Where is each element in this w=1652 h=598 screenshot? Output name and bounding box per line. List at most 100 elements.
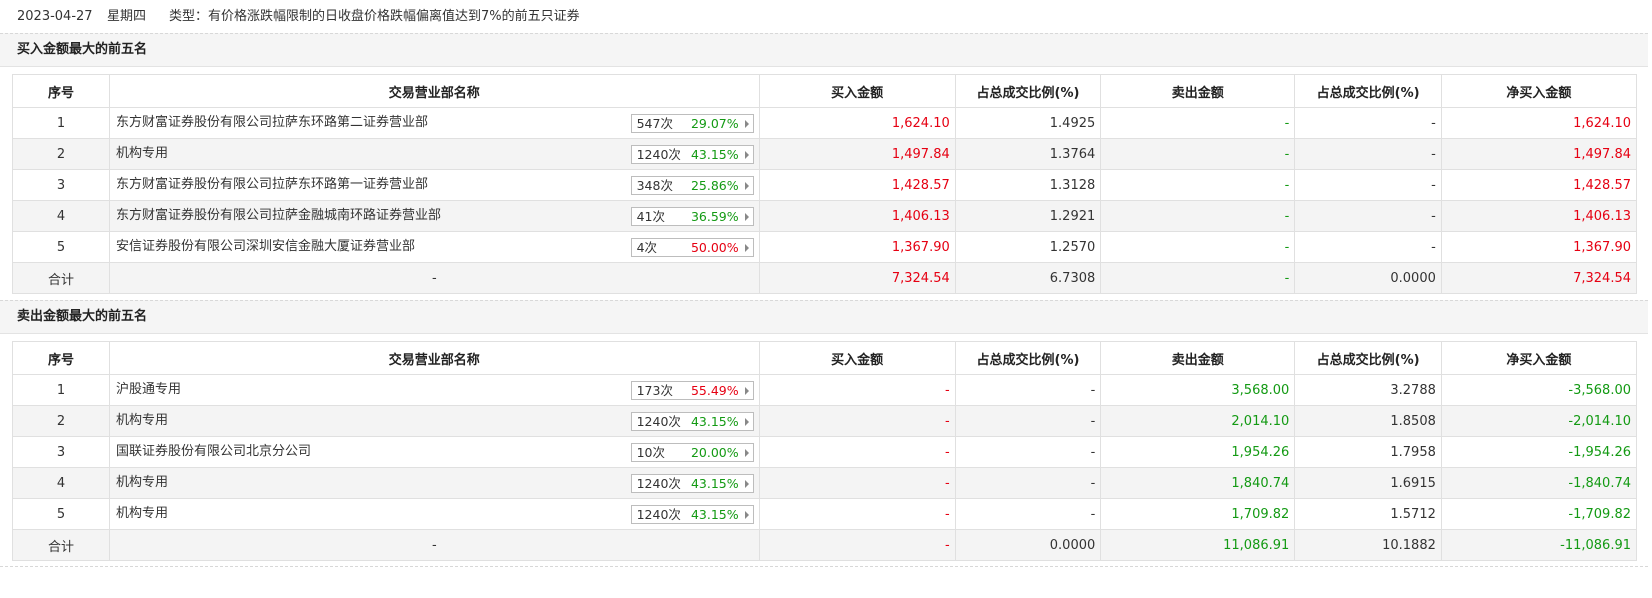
caret-right-icon (744, 120, 749, 128)
branch-cell: 东方财富证券股份有限公司拉萨东环路第一证券营业部 348次 25.86% (109, 169, 760, 201)
listing-count: 1240次 (636, 476, 681, 491)
branch-cell: 国联证券股份有限公司北京分公司 10次 20.00% (109, 436, 760, 468)
total-label-cell: 合计 (11, 529, 111, 561)
caret-right-icon (744, 387, 749, 395)
sell-amount-cell: - (1100, 169, 1296, 201)
net-buy-cell: -1,954.26 (1440, 436, 1638, 468)
branch-name-link[interactable]: 机构专用 (116, 407, 168, 436)
listing-count: 173次 (636, 383, 673, 398)
sell-amount-cell: - (1100, 107, 1296, 139)
branch-stats-button[interactable]: 41次 36.59% (630, 207, 754, 226)
col-header-buy-ratio: 占总成交比例(%) (954, 74, 1102, 108)
col-header-buy-amount: 买入金额 (758, 341, 956, 375)
table-row: 3 东方财富证券股份有限公司拉萨东环路第一证券营业部 348次 25.86% 1,428… (11, 169, 1638, 201)
total-buy-ratio-cell: 0.0000 (954, 529, 1102, 561)
col-header-net-buy: 净买入金额 (1440, 74, 1638, 108)
branch-stats-button[interactable]: 547次 29.07% (630, 114, 754, 133)
table-row: 3 国联证券股份有限公司北京分公司 10次 20.00% - -1,954.26 1.795… (11, 436, 1638, 468)
table-row: 2 机构专用 1240次 43.15% 1,497.84 1.3764- -1,497.84 (11, 138, 1638, 170)
net-buy-cell: 1,624.10 (1440, 107, 1638, 139)
sell-amount-cell: - (1100, 200, 1296, 232)
table-row: 1 东方财富证券股份有限公司拉萨东环路第二证券营业部 547次 29.07% 1,624… (11, 107, 1638, 139)
branch-name-link[interactable]: 东方财富证券股份有限公司拉萨东环路第一证券营业部 (116, 171, 428, 200)
branch-stats-button[interactable]: 1240次 43.15% (630, 505, 754, 524)
caret-right-icon (744, 449, 749, 457)
total-buy-ratio-cell: 6.7308 (954, 262, 1102, 294)
sell-amount-cell: - (1100, 138, 1296, 170)
sell-section-title: 卖出金额最大的前五名 (17, 309, 148, 324)
branch-name-link[interactable]: 东方财富证券股份有限公司拉萨东环路第二证券营业部 (116, 109, 428, 138)
col-header-net-buy: 净买入金额 (1440, 341, 1638, 375)
weekday: 星期四 (107, 9, 147, 24)
listing-count: 1240次 (636, 147, 681, 162)
listing-count: 1240次 (636, 507, 681, 522)
win-rate: 36.59% (690, 209, 739, 224)
branch-name-link[interactable]: 国联证券股份有限公司北京分公司 (116, 438, 311, 467)
branch-name-link[interactable]: 机构专用 (116, 500, 168, 529)
branch-stats-button[interactable]: 173次 55.49% (630, 381, 754, 400)
table-row: 4 机构专用 1240次 43.15% - -1,840.74 1.6915 -1,840.7… (11, 467, 1638, 499)
branch-stats-button[interactable]: 4次 50.00% (630, 238, 754, 257)
branch-stats-button[interactable]: 1240次 43.15% (630, 474, 754, 493)
branch-name-link[interactable]: 安信证券股份有限公司深圳安信金融大厦证券营业部 (116, 233, 415, 262)
branch-name-link[interactable]: 机构专用 (116, 469, 168, 498)
rank-cell: 4 (11, 467, 111, 499)
sell-ratio-cell: - (1294, 200, 1442, 232)
bottom-divider (0, 566, 1648, 567)
caret-right-icon (744, 480, 749, 488)
net-buy-cell: -2,014.10 (1440, 405, 1638, 437)
branch-stats-button[interactable]: 10次 20.00% (630, 443, 754, 462)
col-header-rank: 序号 (11, 74, 111, 108)
total-sell-ratio-cell: 0.0000 (1294, 262, 1442, 294)
branch-name-link[interactable]: 东方财富证券股份有限公司拉萨金融城南环路证券营业部 (116, 202, 441, 231)
buy-amount-cell: 1,497.84 (758, 138, 956, 170)
sell-amount-cell: 2,014.10 (1100, 405, 1296, 437)
branch-stats-button[interactable]: 348次 25.86% (630, 176, 754, 195)
net-buy-cell: -1,709.82 (1440, 498, 1638, 530)
sell-amount-cell: 3,568.00 (1100, 374, 1296, 406)
table-header-row: 序号 交易营业部名称 买入金额 占总成交比例(%) 卖出金额 占总成交比例(%)… (11, 74, 1638, 108)
listing-count: 41次 (636, 209, 666, 224)
table-row: 1 沪股通专用 173次 55.49% - -3,568.00 3.2788 -3,568.0… (11, 374, 1638, 406)
branch-cell: 机构专用 1240次 43.15% (109, 405, 760, 437)
rank-cell: 1 (11, 107, 111, 139)
buy-amount-cell: - (758, 405, 956, 437)
listing-count: 348次 (636, 178, 673, 193)
list-type: 类型：有价格涨跌幅限制的日收盘价格跌幅偏离值达到7%的前五只证券 (169, 9, 580, 24)
net-buy-cell: 1,406.13 (1440, 200, 1638, 232)
sell-section-header: 卖出金额最大的前五名 (0, 300, 1648, 334)
table-row: 5 机构专用 1240次 43.15% - -1,709.82 1.5712 -1,709.8… (11, 498, 1638, 530)
sell-ratio-cell: 3.2788 (1294, 374, 1442, 406)
win-rate: 43.15% (690, 476, 739, 491)
net-buy-cell: -1,840.74 (1440, 467, 1638, 499)
total-label-cell: 合计 (11, 262, 111, 294)
sell-ratio-cell: 1.6915 (1294, 467, 1442, 499)
branch-name-link[interactable]: 机构专用 (116, 140, 168, 169)
col-header-buy-ratio: 占总成交比例(%) (954, 341, 1102, 375)
total-branch-cell: - (109, 529, 760, 561)
rank-cell: 1 (11, 374, 111, 406)
sell-amount-cell: 1,840.74 (1100, 467, 1296, 499)
caret-right-icon (744, 511, 749, 519)
col-header-sell-ratio: 占总成交比例(%) (1294, 341, 1442, 375)
branch-stats-button[interactable]: 1240次 43.15% (630, 145, 754, 164)
branch-cell: 机构专用 1240次 43.15% (109, 138, 760, 170)
sell-ratio-cell: 1.8508 (1294, 405, 1442, 437)
buy-ratio-cell: 1.4925 (954, 107, 1102, 139)
total-net-cell: -11,086.91 (1440, 529, 1638, 561)
buy-ratio-cell: - (954, 467, 1102, 499)
branch-cell: 东方财富证券股份有限公司拉萨金融城南环路证券营业部 41次 36.59% (109, 200, 760, 232)
buy-amount-cell: - (758, 467, 956, 499)
net-buy-cell: 1,497.84 (1440, 138, 1638, 170)
table-row: 4 东方财富证券股份有限公司拉萨金融城南环路证券营业部 41次 36.59% 1,406… (11, 200, 1638, 232)
branch-cell: 安信证券股份有限公司深圳安信金融大厦证券营业部 4次 50.00% (109, 231, 760, 263)
col-header-sell-ratio: 占总成交比例(%) (1294, 74, 1442, 108)
branch-stats-button[interactable]: 1240次 43.15% (630, 412, 754, 431)
caret-right-icon (744, 418, 749, 426)
branch-name-link[interactable]: 沪股通专用 (116, 376, 181, 405)
buy-ratio-cell: 1.3128 (954, 169, 1102, 201)
col-header-branch: 交易营业部名称 (109, 341, 760, 375)
listing-count: 547次 (636, 116, 673, 131)
info-bar: 2023-04-27 星期四 类型：有价格涨跌幅限制的日收盘价格跌幅偏离值达到7… (0, 0, 1652, 33)
sell-ratio-cell: 1.5712 (1294, 498, 1442, 530)
